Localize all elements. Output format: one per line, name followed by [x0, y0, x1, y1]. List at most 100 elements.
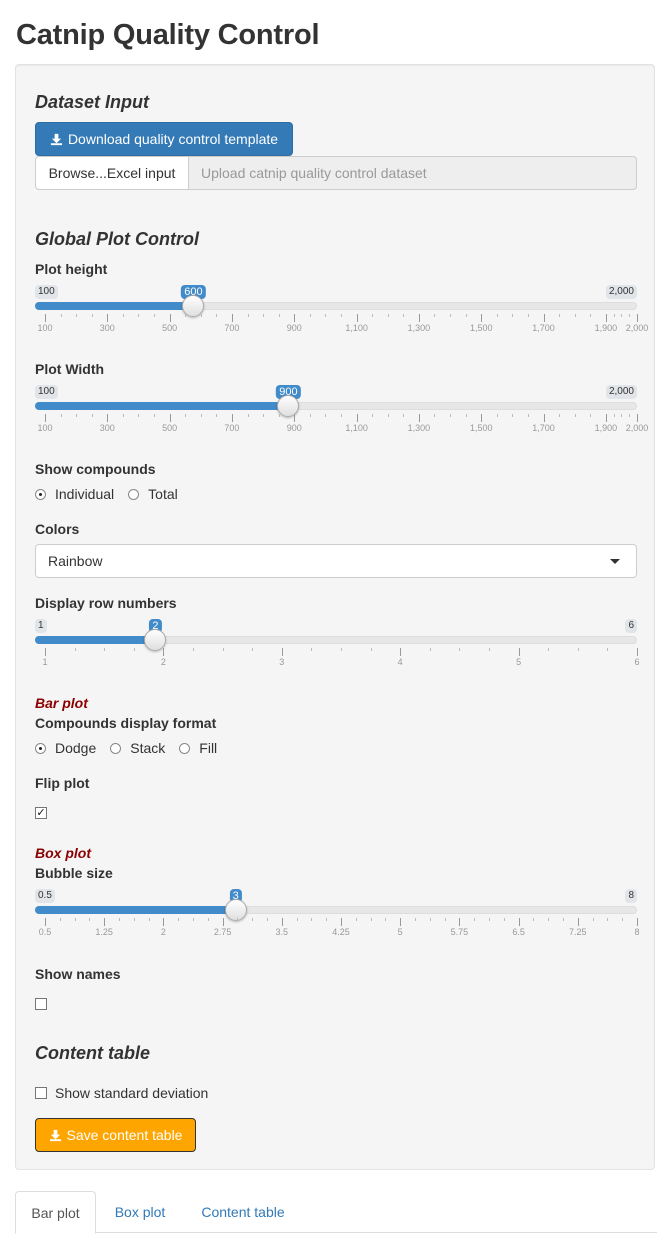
slider-tick — [294, 414, 296, 422]
slider-ticks: 100 300 500 700 900 1,100 1,300 1,500 1,700 1,900… — [35, 410, 648, 440]
plot-width-label: Plot Width — [35, 361, 105, 377]
plot-width-slider[interactable]: 100 2,000 900 100 300 500 700 900 1,100 1,300 1,50… — [35, 385, 648, 445]
tab-content-table[interactable]: Content table — [187, 1191, 299, 1233]
slider-minor-tick — [267, 918, 268, 921]
slider-minor-tick — [185, 414, 187, 417]
slider-minor-tick — [607, 918, 609, 921]
slider-minor-tick — [278, 414, 280, 417]
show-sd-checkbox[interactable] — [35, 1087, 47, 1099]
download-icon — [49, 1129, 61, 1141]
slider-minor-tick — [548, 918, 550, 921]
radio-dodge-circle[interactable] — [35, 742, 46, 754]
slider-tick-label: 0.5 — [38, 927, 52, 937]
slider-tick — [107, 314, 109, 322]
radio-fill-circle[interactable] — [179, 742, 191, 754]
radio-individual-circle[interactable] — [35, 488, 46, 500]
radio-stack-label: Stack — [130, 740, 166, 756]
radio-stack[interactable]: Stack — [110, 740, 165, 756]
slider-max-label: 6 — [625, 619, 637, 633]
slider-minor-tick — [465, 414, 467, 417]
slider-minor-tick — [574, 314, 576, 317]
slider-minor-tick — [247, 314, 249, 317]
slider-minor-tick — [263, 314, 265, 317]
show-sd-label: Show standard deviation — [55, 1085, 209, 1101]
download-template-button[interactable]: Download quality control template — [35, 122, 293, 156]
slider-ticks: 0.5 1.25 2 2.75 3.5 4.25 5 5.75 6.5 7.25 8 — [35, 914, 640, 944]
slider-minor-tick — [559, 414, 561, 417]
slider-minor-tick — [434, 314, 436, 317]
slider-minor-tick — [429, 918, 431, 921]
slider-tick-label: 1,900 — [594, 323, 618, 333]
slider-tick — [418, 414, 420, 422]
slider-minor-tick — [311, 648, 313, 651]
slider-tick — [605, 414, 607, 422]
colors-selected-value: Rainbow — [48, 553, 103, 569]
bubble-size-slider[interactable]: 0.5 8 3 0.5 1.25 2 2.75 3.5 4.25 5 5.75 6.5 7.25 8 — [35, 889, 640, 949]
slider-minor-tick — [252, 918, 254, 921]
radio-dodge[interactable]: Dodge — [35, 740, 96, 756]
slider-tick — [45, 918, 46, 926]
slider-tick — [163, 648, 165, 656]
slider-min-label: 100 — [35, 285, 58, 299]
slider-minor-tick — [592, 918, 594, 921]
slider-minor-tick — [122, 414, 124, 417]
display-row-numbers-slider[interactable]: 1 6 21 2 3 4 5 6 — [35, 619, 640, 679]
show-sd-option[interactable]: Show standard deviation — [35, 1085, 208, 1101]
slider-minor-tick — [621, 314, 623, 317]
flip-plot-checkbox[interactable]: ✓ — [35, 807, 47, 819]
tab-bar-plot[interactable]: Bar plot — [15, 1191, 96, 1234]
tab-box-plot[interactable]: Box plot — [101, 1191, 179, 1233]
slider-minor-tick — [622, 918, 624, 921]
slider-minor-tick — [309, 314, 311, 317]
page-title: Catnip Quality Control — [16, 19, 320, 51]
slider-tick-label: 3 — [279, 657, 285, 667]
slider-tick — [356, 314, 358, 322]
radio-individual[interactable]: Individual — [35, 486, 114, 502]
slider-tick-label: 1,900 — [594, 423, 618, 433]
bar-plot-heading: Bar plot — [35, 695, 88, 711]
browse-button[interactable]: Browse...Excel input — [35, 156, 189, 190]
slider-minor-tick — [138, 414, 140, 417]
slider-tick-label: 100 — [37, 423, 53, 433]
slider-minor-tick — [216, 314, 218, 317]
radio-stack-circle[interactable] — [110, 742, 122, 754]
slider-fill — [35, 302, 194, 310]
slider-tick-label: 2 — [160, 927, 166, 937]
slider-minor-tick — [325, 314, 327, 317]
radio-total-circle[interactable] — [128, 488, 140, 500]
slider-tick-label: 300 — [99, 323, 115, 333]
slider-minor-tick — [496, 414, 498, 417]
save-content-table-button[interactable]: Save content table — [35, 1118, 196, 1152]
slider-minor-tick — [372, 314, 374, 317]
slider-tick-label: 1,500 — [469, 323, 493, 333]
slider-tick — [169, 414, 171, 422]
slider-tick-label: 5 — [516, 657, 522, 667]
slider-min-label: 100 — [35, 385, 58, 399]
radio-total[interactable]: Total — [128, 486, 178, 502]
slider-minor-tick — [607, 648, 609, 651]
slider-tick-label: 1,300 — [407, 423, 431, 433]
file-name-field[interactable]: Upload catnip quality control dataset — [188, 156, 637, 190]
plot-height-slider[interactable]: 100 2,000 600 100 300 500 700 900 1,100 1,300 1,50… — [35, 285, 648, 345]
slider-min-label: 0.5 — [35, 889, 55, 903]
colors-select[interactable]: Rainbow — [35, 544, 637, 578]
slider-minor-tick — [76, 414, 78, 417]
radio-fill[interactable]: Fill — [179, 740, 217, 756]
slider-minor-tick — [496, 314, 498, 317]
global-plot-control-heading: Global Plot Control — [35, 229, 199, 249]
slider-minor-tick — [403, 414, 405, 417]
slider-tick-label: 5 — [397, 927, 403, 937]
slider-minor-tick — [548, 648, 550, 651]
slider-tick-label: 2,000 — [625, 423, 649, 433]
slider-tick — [605, 314, 607, 322]
slider-ticks: 1 2 3 4 5 6 — [35, 644, 640, 674]
slider-minor-tick — [512, 414, 514, 417]
show-names-checkbox[interactable] — [35, 998, 47, 1010]
slider-minor-tick — [148, 918, 150, 921]
slider-minor-tick — [503, 918, 505, 921]
slider-minor-tick — [590, 314, 592, 317]
slider-minor-tick — [193, 918, 194, 921]
slider-minor-tick — [74, 648, 76, 651]
slider-tick — [400, 918, 402, 926]
dataset-input-heading: Dataset Input — [35, 92, 150, 112]
